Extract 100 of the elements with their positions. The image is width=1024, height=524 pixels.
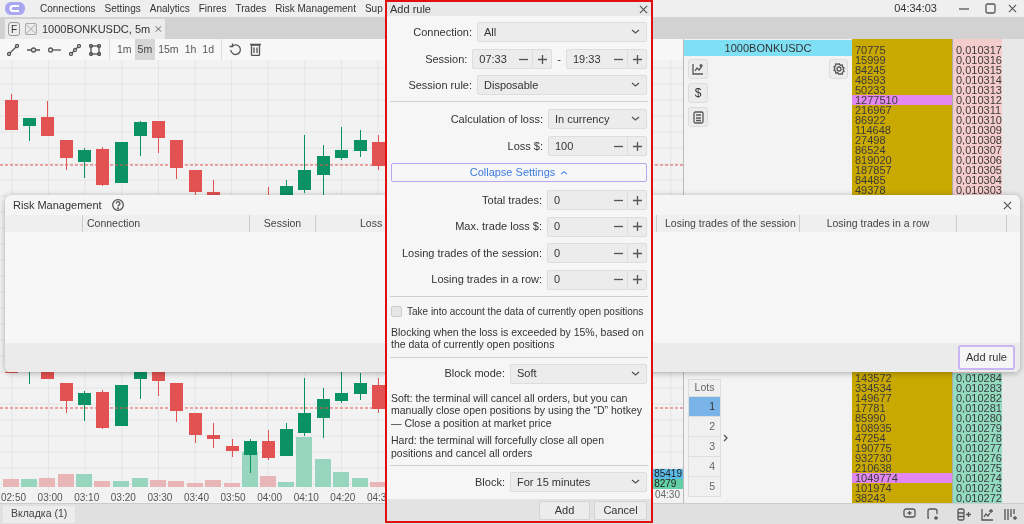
lot-option[interactable]: 4 xyxy=(689,456,720,476)
price-cell: 0,010315 xyxy=(953,65,1002,75)
line-segment-icon[interactable] xyxy=(7,43,19,56)
chart-tab[interactable]: F 1000BONKUSDC, 5m xyxy=(5,19,165,39)
volume-bar xyxy=(113,481,129,487)
candle xyxy=(298,377,311,437)
trash-icon[interactable] xyxy=(250,43,261,56)
candle xyxy=(152,371,165,397)
candle xyxy=(354,129,367,158)
candle xyxy=(5,93,18,131)
caret-down-icon xyxy=(631,82,640,88)
chevron-right-icon[interactable] xyxy=(723,434,728,442)
price-cell: 0,010306 xyxy=(953,155,1002,165)
time-label: 04:00 xyxy=(257,492,283,503)
help-icon[interactable] xyxy=(111,199,124,211)
candle xyxy=(207,179,220,196)
chart-plus-icon[interactable] xyxy=(981,507,994,521)
volume-bar xyxy=(76,474,92,487)
price-tag: 8279 xyxy=(653,479,683,489)
candle xyxy=(354,372,367,401)
price-cell: 0,010312 xyxy=(953,95,1002,105)
volume-bar xyxy=(39,478,55,487)
price-cell: 0,010278 xyxy=(953,433,1002,443)
time-label: 03:30 xyxy=(147,492,173,503)
dropdown[interactable]: Disposable xyxy=(477,75,647,95)
menu-item[interactable]: Sup xyxy=(364,1,383,16)
settings-button[interactable] xyxy=(829,59,848,79)
price-cell: 0,010314 xyxy=(953,75,1002,85)
polyline-icon[interactable] xyxy=(69,43,81,56)
field-label: Calculation of loss: xyxy=(450,111,543,127)
lot-option[interactable]: 1 xyxy=(689,396,720,416)
field-label: Session rule: xyxy=(408,77,472,93)
number-field[interactable]: 19:33 xyxy=(566,49,647,69)
dropdown[interactable]: In currency xyxy=(548,109,647,129)
loop-plus-icon[interactable] xyxy=(926,508,939,520)
menu-item[interactable]: Risk Management xyxy=(275,1,356,16)
volume-bar xyxy=(315,459,331,487)
collapse-settings-button[interactable]: Collapse Settings xyxy=(391,163,647,182)
currency-button[interactable]: $ xyxy=(688,83,708,103)
time-label: 02:50 xyxy=(1,492,27,503)
menu-item[interactable]: Connections xyxy=(40,1,96,16)
volume-cell: 1049774 xyxy=(852,473,952,483)
lot-option[interactable]: 3 xyxy=(689,436,720,456)
add-button[interactable]: Add xyxy=(539,500,590,520)
dropdown[interactable]: Soft xyxy=(510,363,647,384)
chart-button[interactable] xyxy=(688,59,708,79)
rectangle-tool-icon[interactable] xyxy=(89,43,101,56)
time-label: 04:20 xyxy=(330,492,356,503)
refresh-icon[interactable] xyxy=(229,43,242,56)
plus-icon xyxy=(632,222,642,231)
timeframe-button[interactable]: 1d xyxy=(199,39,217,60)
close-icon[interactable] xyxy=(1003,200,1012,210)
lot-option[interactable]: 5 xyxy=(689,476,720,496)
list-plus-icon[interactable] xyxy=(1004,507,1017,521)
candle xyxy=(207,422,220,449)
menu-item[interactable]: Analytics xyxy=(149,1,190,16)
candle xyxy=(189,169,202,196)
price-cell: 0,010280 xyxy=(953,413,1002,423)
column-header: Loss xyxy=(360,215,383,231)
close-icon[interactable] xyxy=(155,25,162,33)
monitor-plus-icon[interactable] xyxy=(903,508,916,520)
timeframe-button[interactable]: 5m xyxy=(134,39,156,60)
price-cell: 0,010272 xyxy=(953,493,1002,503)
number-field[interactable]: 0 xyxy=(547,190,647,210)
price-cell: 0,010274 xyxy=(953,473,1002,483)
number-field[interactable]: 0 xyxy=(547,269,647,290)
favorite-marker[interactable]: F xyxy=(8,22,21,36)
cancel-button[interactable]: Cancel xyxy=(594,500,647,520)
menu-item[interactable]: Finres xyxy=(198,1,227,16)
candle xyxy=(41,371,54,380)
candle xyxy=(78,390,91,422)
close-icon[interactable] xyxy=(639,4,648,14)
calculator-button[interactable] xyxy=(688,107,708,127)
time-label: 03:10 xyxy=(74,492,100,503)
candle xyxy=(5,371,18,374)
timeframe-button[interactable]: 1m xyxy=(114,39,135,60)
volume-bar xyxy=(58,474,74,487)
number-field[interactable]: 100 xyxy=(548,136,647,156)
number-field[interactable]: 0 xyxy=(547,216,647,237)
dropdown[interactable]: For 15 minutes xyxy=(510,472,647,492)
timeframe-button[interactable]: 15m xyxy=(155,39,182,60)
add-rule-button[interactable]: Add rule xyxy=(958,345,1015,370)
time-label: 04:30 xyxy=(654,488,680,502)
number-field[interactable]: 0 xyxy=(547,243,647,263)
lot-option[interactable]: 2 xyxy=(689,416,720,436)
candle xyxy=(335,371,348,404)
volume-bar xyxy=(352,478,368,487)
column-plus-icon[interactable] xyxy=(957,507,971,521)
menu-item[interactable]: Trades xyxy=(235,1,267,16)
number-field[interactable]: 07:33 xyxy=(472,49,553,69)
close-icon[interactable] xyxy=(1008,4,1017,13)
dropdown[interactable]: All xyxy=(477,22,647,42)
checkbox[interactable] xyxy=(391,305,402,317)
candle xyxy=(115,384,128,427)
symbol-header: 1000BONKUSDC xyxy=(684,40,852,56)
timeframe-button[interactable]: 1h xyxy=(181,39,200,60)
maximize-icon[interactable] xyxy=(985,3,996,14)
workspace-tab[interactable]: Вкладка (1) xyxy=(3,505,76,523)
menu-item[interactable]: Settings xyxy=(104,1,141,16)
candle xyxy=(41,100,54,137)
